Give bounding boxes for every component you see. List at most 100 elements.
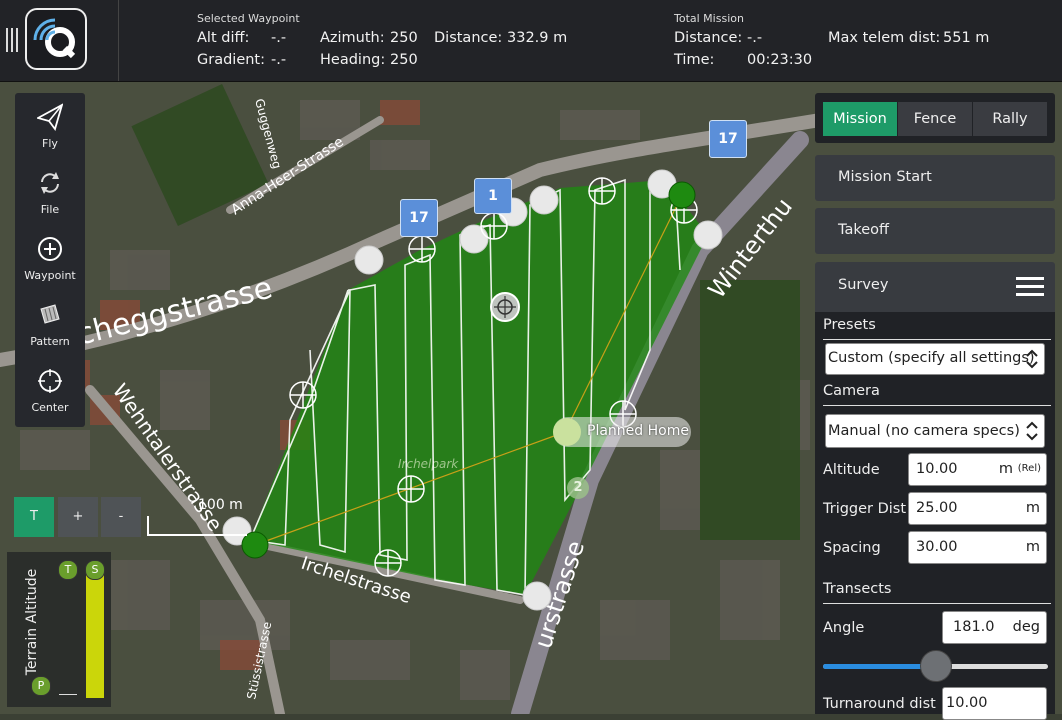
heading-value: 250 bbox=[390, 52, 418, 68]
gradient-value: -.- bbox=[271, 52, 287, 68]
terrain-p-badge: P bbox=[31, 676, 51, 696]
altitude-ref: (Rel) bbox=[1017, 463, 1041, 474]
survey-center-icon bbox=[490, 292, 520, 322]
waypoint-badge[interactable]: 1 bbox=[474, 178, 512, 214]
turnaround-value: 10.00 bbox=[946, 695, 988, 711]
map-scale-bar bbox=[147, 516, 247, 536]
mission-start-item[interactable]: Mission Start bbox=[815, 155, 1055, 201]
trigger-dist-value: 25.00 bbox=[916, 500, 958, 516]
camera-value: Manual (no camera specs) bbox=[828, 423, 1020, 439]
menu-handle-icon[interactable] bbox=[6, 28, 18, 52]
terrain-altitude-title: Terrain Altitude bbox=[24, 568, 40, 676]
trigger-dist-unit: m bbox=[1025, 500, 1040, 516]
planned-home-label: Planned Home bbox=[587, 423, 689, 439]
trigger-dist-label: Trigger Dist bbox=[823, 501, 907, 517]
survey-editor: Presets Custom (specify all settings) Ca… bbox=[815, 312, 1055, 720]
spacing-unit: m bbox=[1025, 539, 1040, 555]
gradient-label: Gradient: bbox=[197, 52, 265, 68]
planned-home-marker[interactable]: Planned Home bbox=[553, 417, 691, 447]
terrain-baseline bbox=[59, 694, 77, 695]
time-value: 00:23:30 bbox=[747, 52, 813, 68]
presets-value: Custom (specify all settings) bbox=[828, 350, 1035, 366]
sync-icon bbox=[41, 172, 59, 194]
spacing-input[interactable]: 30.00 m bbox=[908, 531, 1047, 564]
divider bbox=[823, 339, 1051, 340]
takeoff-item[interactable]: Takeoff bbox=[815, 208, 1055, 254]
spacing-label: Spacing bbox=[823, 540, 881, 556]
altitude-value: 10.00 bbox=[916, 461, 958, 477]
time-label: Time: bbox=[674, 52, 715, 68]
transects-label: Transects bbox=[823, 581, 892, 597]
terrain-altitude-panel: Terrain Altitude T S P bbox=[7, 552, 111, 707]
alt-diff-value: -.- bbox=[271, 30, 287, 46]
presets-label: Presets bbox=[823, 317, 876, 333]
distance-value: 332.9 m bbox=[507, 30, 568, 46]
turnaround-input[interactable]: 10.00 bbox=[942, 687, 1047, 720]
altitude-label: Altitude bbox=[823, 462, 880, 478]
terrain-profile-bar bbox=[86, 568, 104, 698]
tool-center[interactable]: Center bbox=[15, 361, 85, 425]
trigger-dist-input[interactable]: 25.00 m bbox=[908, 492, 1047, 525]
plan-tool-strip: Fly File Waypoint Pattern Center bbox=[15, 93, 85, 427]
azimuth-label: Azimuth: bbox=[320, 30, 385, 46]
altitude-input[interactable]: 10.00 m (Rel) bbox=[908, 453, 1047, 486]
presets-select[interactable]: Custom (specify all settings) bbox=[825, 343, 1045, 375]
tool-file-label: File bbox=[40, 203, 60, 216]
survey-title: Survey bbox=[838, 277, 889, 293]
svg-text:Irchelpark: Irchelpark bbox=[398, 457, 459, 471]
max-telem-value: 551 m bbox=[943, 30, 990, 46]
alt-diff-label: Alt diff: bbox=[197, 30, 250, 46]
angle-slider-handle[interactable] bbox=[919, 650, 952, 682]
tool-fly[interactable]: Fly bbox=[15, 97, 85, 161]
plus-circle-icon bbox=[38, 237, 62, 261]
pattern-icon bbox=[40, 304, 60, 324]
updown-chevron-icon bbox=[1026, 349, 1038, 369]
qgc-logo-icon[interactable] bbox=[25, 8, 87, 70]
tab-rally[interactable]: Rally bbox=[973, 102, 1047, 136]
tool-waypoint[interactable]: Waypoint bbox=[15, 229, 85, 293]
angle-slider-fill bbox=[823, 664, 936, 669]
terrain-t-badge: T bbox=[58, 560, 78, 580]
tool-pattern-label: Pattern bbox=[30, 335, 70, 348]
azimuth-value: 250 bbox=[390, 30, 418, 46]
tool-pattern[interactable]: Pattern bbox=[15, 295, 85, 359]
zoom-out-button[interactable]: - bbox=[101, 497, 141, 537]
waypoint-badge[interactable]: 17 bbox=[709, 120, 747, 158]
waypoint-badge[interactable]: 2 bbox=[569, 479, 587, 497]
crosshair-icon bbox=[38, 369, 62, 393]
map-scale-label: 100 m bbox=[198, 497, 243, 513]
hamburger-menu-icon[interactable] bbox=[1016, 276, 1044, 298]
mission-start-label: Mission Start bbox=[838, 169, 932, 185]
heading-label: Heading: bbox=[320, 52, 386, 68]
top-toolbar: Selected Waypoint Alt diff: -.- Gradient… bbox=[0, 0, 1062, 82]
turnaround-label: Turnaround dist bbox=[823, 696, 936, 712]
angle-input[interactable]: 181.0 deg bbox=[942, 611, 1047, 644]
divider bbox=[823, 405, 1051, 406]
tool-waypoint-label: Waypoint bbox=[24, 269, 76, 282]
plan-type-tabs: Mission Fence Rally bbox=[815, 93, 1055, 143]
total-distance-label: Distance: bbox=[674, 30, 743, 46]
altitude-unit: m bbox=[998, 461, 1013, 477]
selected-waypoint-header: Selected Waypoint bbox=[197, 12, 300, 25]
divider bbox=[823, 603, 1051, 604]
tool-file[interactable]: File bbox=[15, 163, 85, 227]
tool-fly-label: Fly bbox=[42, 137, 58, 150]
survey-panel: Survey Presets Custom (specify all setti… bbox=[815, 262, 1055, 720]
terrain-toggle-button[interactable]: T bbox=[14, 497, 54, 537]
takeoff-label: Takeoff bbox=[838, 222, 890, 238]
distance-label: Distance: bbox=[434, 30, 503, 46]
tab-mission[interactable]: Mission bbox=[823, 102, 897, 136]
total-distance-value: -.- bbox=[747, 30, 763, 46]
camera-label: Camera bbox=[823, 383, 880, 399]
zoom-in-button[interactable]: + bbox=[58, 497, 98, 537]
camera-select[interactable]: Manual (no camera specs) bbox=[825, 414, 1045, 448]
angle-unit: deg bbox=[1012, 619, 1040, 635]
waypoint-badge[interactable]: 17 bbox=[400, 199, 438, 237]
total-mission-header: Total Mission bbox=[674, 12, 744, 25]
tab-fence[interactable]: Fence bbox=[898, 102, 972, 136]
angle-value: 181.0 bbox=[953, 619, 995, 635]
paper-plane-icon bbox=[37, 103, 63, 131]
angle-label: Angle bbox=[823, 620, 865, 636]
divider bbox=[118, 0, 119, 81]
terrain-s-badge: S bbox=[85, 560, 105, 580]
